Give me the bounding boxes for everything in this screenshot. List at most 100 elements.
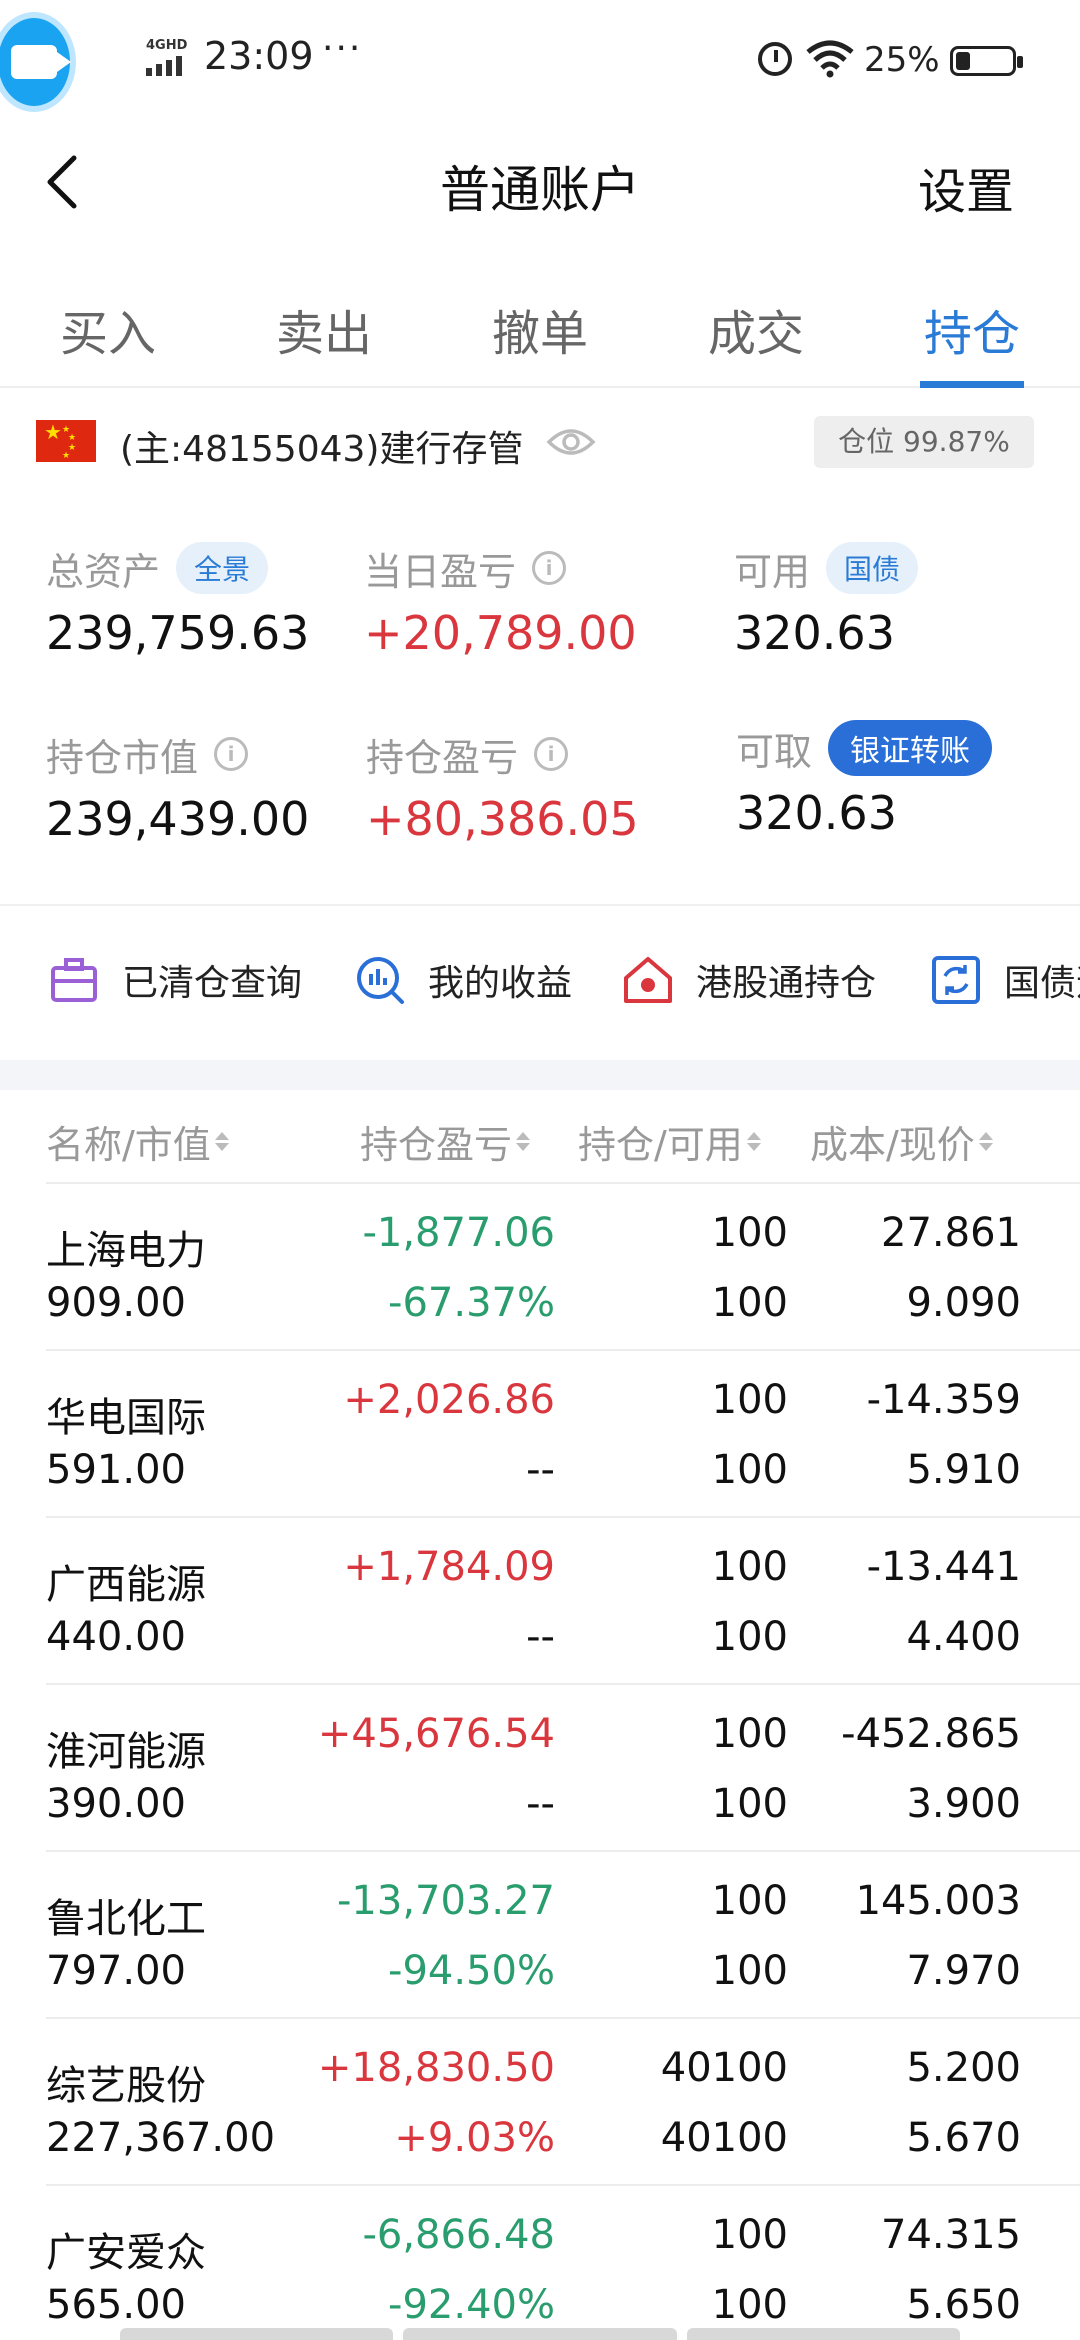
info-icon[interactable]: i — [532, 551, 567, 585]
more-notifications-icon: ··· — [322, 28, 363, 69]
stock-name: 广西能源 — [46, 1562, 206, 1608]
hk-connect-positions-button[interactable]: 港股通持仓 — [622, 954, 876, 1006]
shortcut-label: 港股通持仓 — [696, 963, 877, 1004]
hk-house-icon — [624, 957, 672, 1003]
daily-pl-value: +20,789.00 — [364, 606, 637, 660]
stock-market-value: 390.00 — [46, 1781, 186, 1827]
screen-recorder-icon[interactable] — [0, 12, 76, 112]
eye-icon[interactable] — [546, 424, 596, 460]
stock-market-value: 909.00 — [46, 1280, 186, 1326]
holding-pl: 持仓盈亏 i +80,386.05 — [366, 726, 639, 847]
stock-pl: -1,877.06 — [362, 1210, 555, 1256]
holding-pl-value: +80,386.05 — [366, 792, 639, 846]
stock-name: 综艺股份 — [46, 2063, 206, 2109]
shortcut-label: 已清仓查询 — [122, 963, 303, 1004]
sort-name-value[interactable]: 名称/市值 — [46, 1114, 229, 1169]
table-row[interactable]: 华电国际 591.00 +2,026.86 -- 100 100 -14.359… — [0, 1351, 1080, 1518]
stock-pl-percent: -67.37% — [388, 1280, 555, 1326]
stock-pl: +2,026.86 — [343, 1377, 555, 1423]
chart-search-icon — [357, 957, 404, 1004]
stock-holding: 100 — [711, 1878, 788, 1924]
signal-icon: 4GHD — [146, 38, 190, 76]
stock-price: 3.900 — [906, 1781, 1021, 1827]
account-info[interactable]: (主:48155043)建行存管 — [120, 420, 523, 472]
tab-deals[interactable]: 成交 — [648, 270, 864, 386]
total-assets-value: 239,759.63 — [46, 606, 310, 660]
sort-holding-pl[interactable]: 持仓盈亏 — [360, 1114, 531, 1169]
stock-pl: +45,676.54 — [317, 1711, 555, 1757]
sort-icon — [746, 1132, 761, 1151]
tab-cancel[interactable]: 撤单 — [432, 270, 648, 386]
tab-sell[interactable]: 卖出 — [216, 270, 432, 386]
stock-cost: -14.359 — [866, 1377, 1021, 1423]
stock-market-value: 227,367.00 — [46, 2115, 276, 2161]
trade-tabs: 买入 卖出 撤单 成交 持仓 — [0, 270, 1080, 388]
section-separator — [0, 1060, 1080, 1090]
asset-summary: 总资产 全景 239,759.63 当日盈亏 i +20,789.00 可用 国债 3… — [0, 520, 1080, 900]
stock-holding: 100 — [711, 1377, 788, 1423]
available-funds: 可用 国债 320.63 — [734, 540, 919, 660]
stock-holding: 100 — [711, 1711, 788, 1757]
settings-button[interactable]: 设置 — [918, 152, 1014, 222]
stock-available: 40100 — [660, 2115, 788, 2161]
sort-holding-available[interactable]: 持仓/可用 — [578, 1114, 761, 1169]
alarm-icon — [758, 42, 792, 76]
stock-available: 100 — [711, 2282, 788, 2328]
daily-pl-label: 当日盈亏 — [364, 549, 517, 594]
stock-holding: 40100 — [660, 2045, 788, 2091]
table-row[interactable]: 鲁北化工 797.00 -13,703.27 -94.50% 100 100 1… — [0, 1852, 1080, 2019]
market-value-label: 持仓市值 — [46, 735, 199, 780]
briefcase-icon — [51, 958, 97, 1002]
treasury-button[interactable]: 国债 — [826, 542, 919, 594]
column-header: 持仓盈亏 — [360, 1123, 513, 1167]
stock-price: 4.400 — [906, 1614, 1021, 1660]
stock-pl-percent: -- — [526, 1614, 555, 1660]
stock-price: 5.670 — [906, 2115, 1021, 2161]
table-row[interactable]: 广安爱众 565.00 -6,866.48 -92.40% 100 100 74… — [0, 2186, 1080, 2340]
available-value: 320.63 — [734, 606, 895, 660]
stock-name: 广安爱众 — [46, 2230, 206, 2276]
position-ratio-badge: 仓位 99.87% — [814, 416, 1034, 468]
tab-positions[interactable]: 持仓 — [864, 270, 1080, 388]
stock-pl: +1,784.09 — [343, 1544, 555, 1590]
holding-pl-label: 持仓盈亏 — [366, 735, 519, 780]
table-row[interactable]: 上海电力 909.00 -1,877.06 -67.37% 100 100 27… — [0, 1184, 1080, 1351]
bank-transfer-button[interactable]: 银证转账 — [828, 720, 993, 776]
china-flag-icon: ★ ★ ★ ★ ★ — [36, 420, 96, 462]
scroll-indicator — [120, 2328, 960, 2340]
refresh-square-icon — [932, 956, 980, 1004]
daily-pl: 当日盈亏 i +20,789.00 — [364, 540, 637, 661]
sort-cost-price[interactable]: 成本/现价 — [810, 1114, 993, 1169]
info-icon[interactable]: i — [534, 737, 569, 771]
overview-button[interactable]: 全景 — [176, 542, 269, 594]
account-row: ★ ★ ★ ★ ★ (主:48155043)建行存管 仓位 99.87% — [0, 400, 1080, 486]
tab-buy[interactable]: 买入 — [0, 270, 216, 386]
table-row[interactable]: 淮河能源 390.00 +45,676.54 -- 100 100 -452.8… — [0, 1685, 1080, 1852]
stock-available: 100 — [711, 1948, 788, 1994]
stock-name: 上海电力 — [46, 1228, 206, 1274]
treasury-repo-button[interactable]: 国债逆 — [930, 954, 1080, 1006]
info-icon[interactable]: i — [214, 737, 249, 771]
table-row[interactable]: 广西能源 440.00 +1,784.09 -- 100 100 -13.441… — [0, 1518, 1080, 1685]
positions-table-header: 名称/市值 持仓盈亏 持仓/可用 成本/现价 — [0, 1100, 1080, 1180]
stock-market-value: 440.00 — [46, 1614, 186, 1660]
stock-available: 100 — [711, 1280, 788, 1326]
withdrawable-funds: 可取 银证转账 320.63 — [736, 720, 993, 840]
stock-holding: 100 — [711, 1210, 788, 1256]
stock-market-value: 797.00 — [46, 1948, 186, 1994]
column-header: 名称/市值 — [46, 1123, 211, 1167]
stock-name: 华电国际 — [46, 1395, 206, 1441]
wifi-icon — [806, 40, 854, 78]
table-row[interactable]: 综艺股份 227,367.00 +18,830.50 +9.03% 40100 … — [0, 2019, 1080, 2186]
stock-cost: -13.441 — [866, 1544, 1021, 1590]
column-header: 持仓/可用 — [578, 1123, 743, 1167]
stock-price: 9.090 — [906, 1280, 1021, 1326]
shortcut-label: 国债逆 — [1004, 963, 1080, 1004]
stock-cost: -452.865 — [841, 1711, 1021, 1757]
my-earnings-button[interactable]: 我的收益 — [354, 954, 572, 1006]
cleared-positions-button[interactable]: 已清仓查询 — [48, 954, 302, 1006]
shortcut-bar: 已清仓查询 我的收益 港股通持仓 国债逆 — [0, 930, 1080, 1040]
stock-price: 5.910 — [906, 1447, 1021, 1493]
stock-cost: 27.861 — [881, 1210, 1021, 1256]
withdrawable-label: 可取 — [736, 729, 813, 774]
